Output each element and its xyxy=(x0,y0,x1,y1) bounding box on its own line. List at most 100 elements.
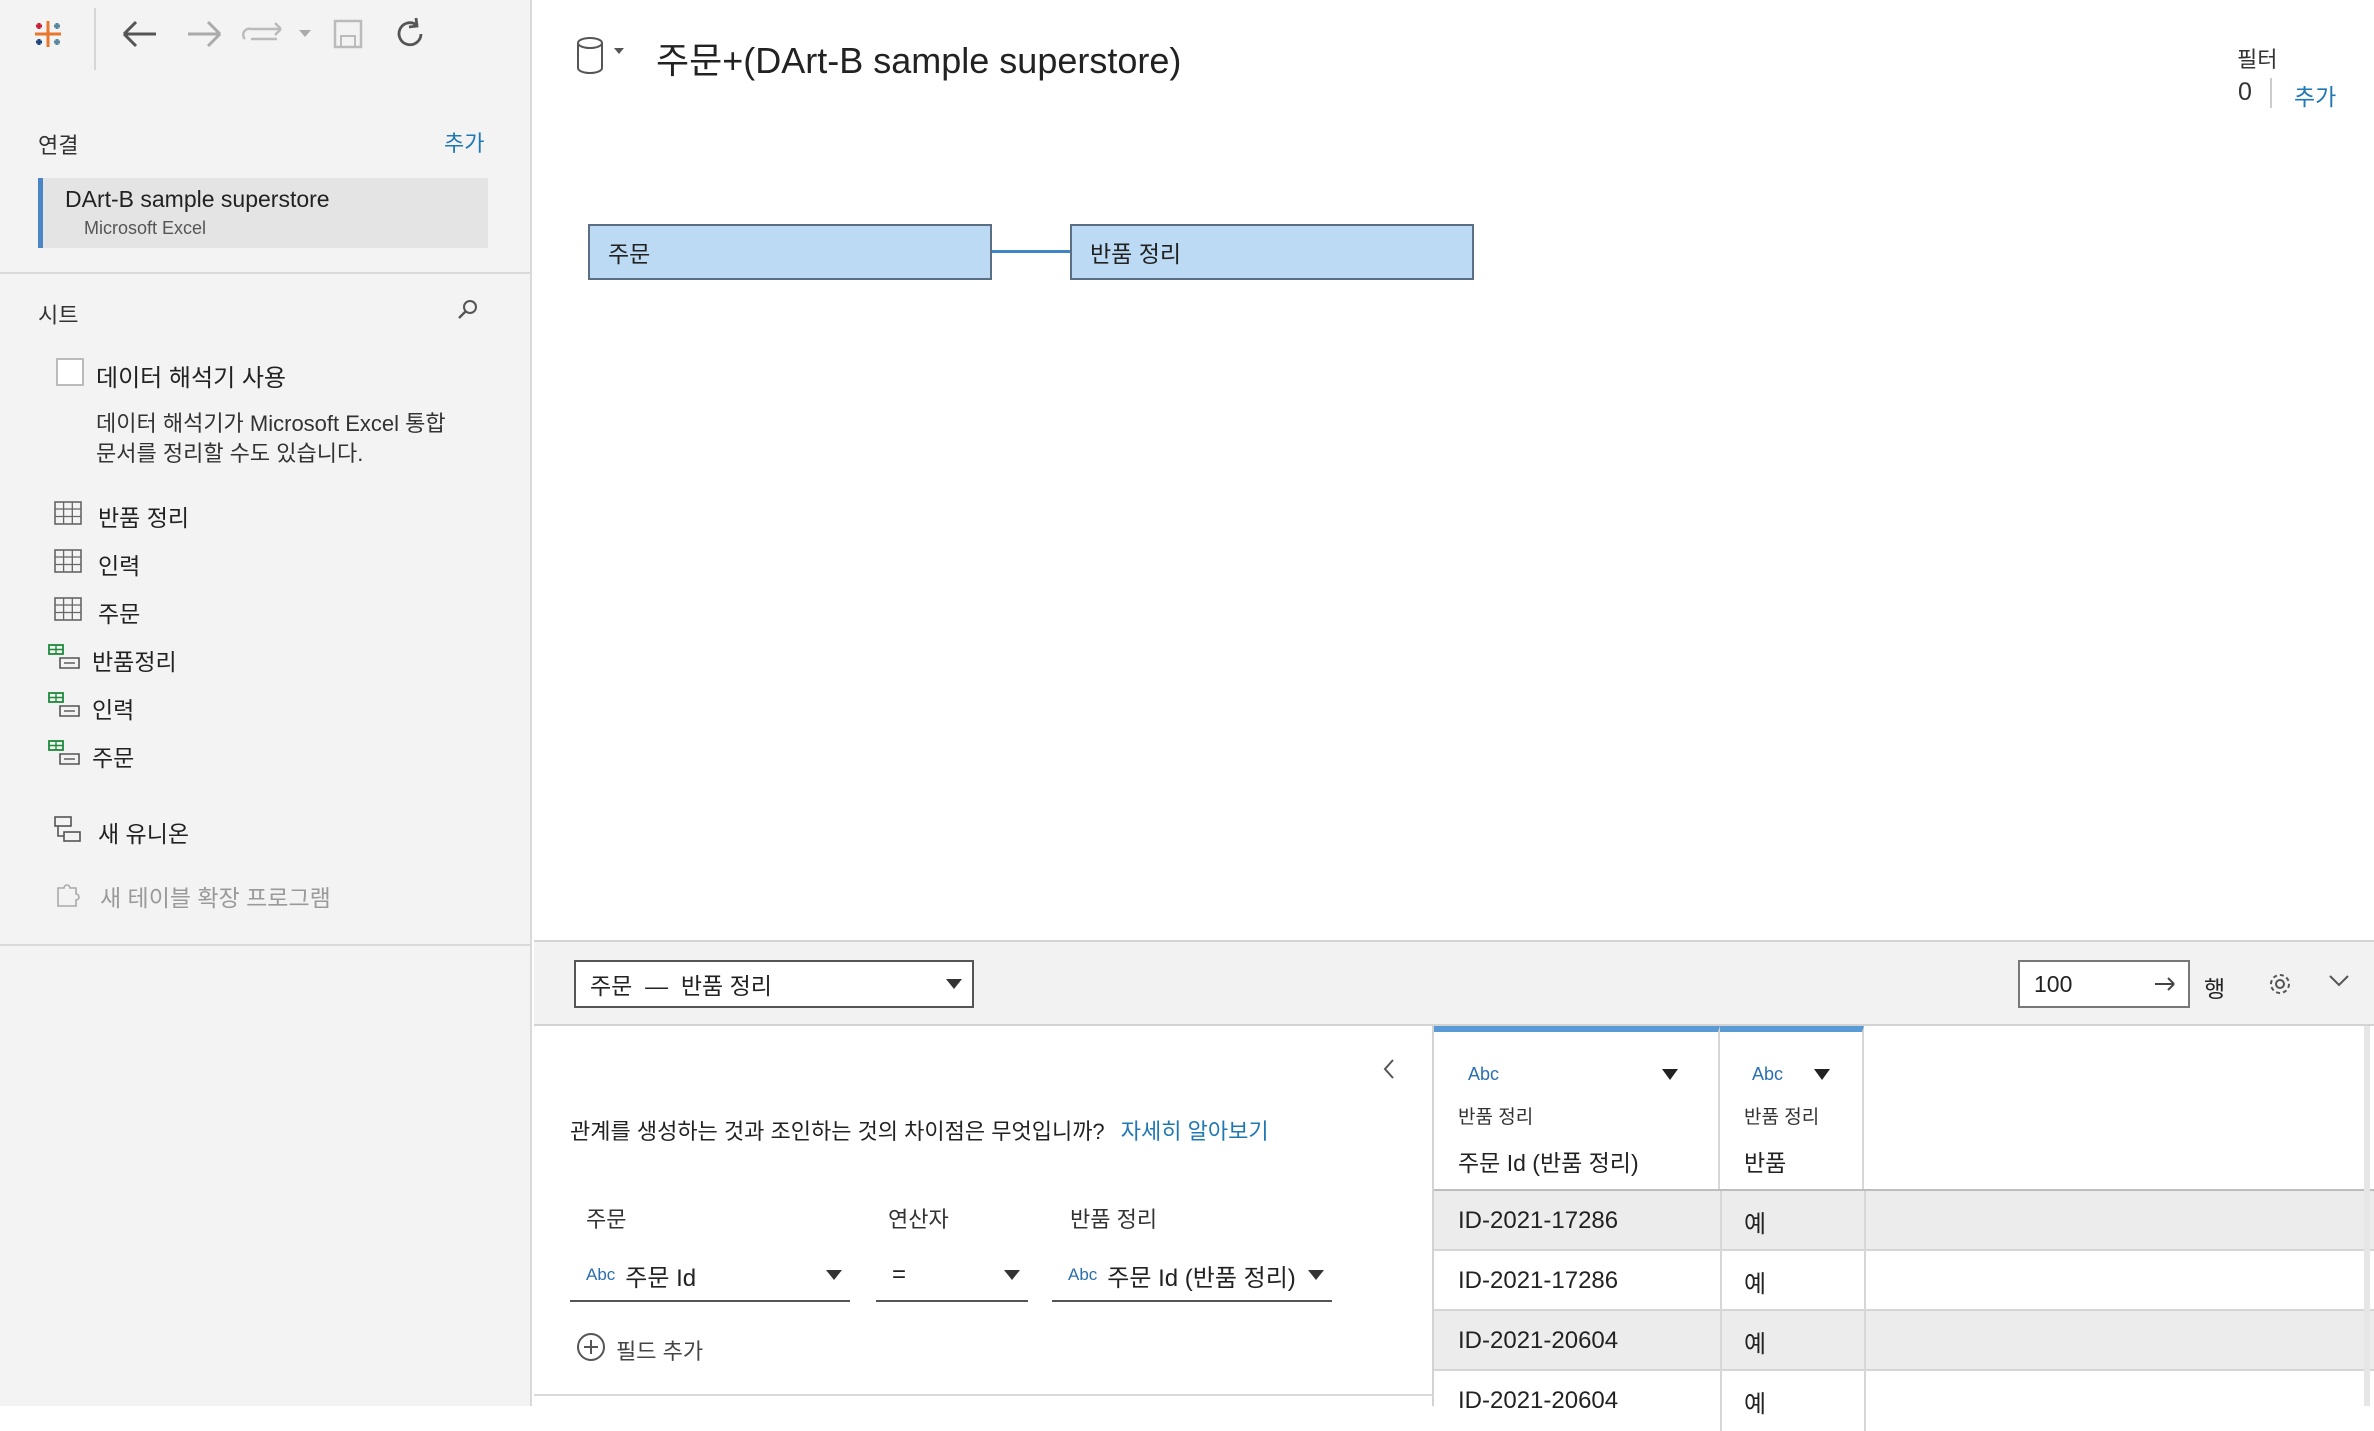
cell-divider xyxy=(1720,1371,1722,1431)
column-source: 반품 정리 xyxy=(1458,1107,1534,1128)
sheet-item-label: 인력 xyxy=(92,697,135,723)
connection-item[interactable]: DArt-B sample superstore Microsoft Excel xyxy=(38,178,488,248)
sheet-item[interactable]: 반품 정리 xyxy=(54,498,189,534)
relationship-select[interactable]: 주문 — 반품 정리 xyxy=(574,960,974,1008)
add-field-button[interactable]: 필드 추가 xyxy=(576,1332,703,1368)
cell-divider xyxy=(1864,1371,1866,1431)
cell: 예 xyxy=(1744,1330,1767,1358)
relationship-noodle[interactable] xyxy=(992,250,1070,253)
column-menu-icon[interactable] xyxy=(1662,1068,1678,1086)
add-connection-link[interactable]: 추가 xyxy=(444,126,484,158)
operator-value: = xyxy=(892,1261,907,1288)
column-name: 주문 Id (반품 정리) xyxy=(1458,1150,1639,1176)
filter-count: 0 xyxy=(2238,78,2252,106)
left-field-value: 주문 Id xyxy=(625,1264,697,1292)
divider xyxy=(0,944,532,946)
new-table-extension-item[interactable]: 새 테이블 확장 프로그램 xyxy=(54,878,331,914)
search-icon[interactable] xyxy=(456,298,480,327)
column-menu-icon[interactable] xyxy=(1814,1068,1830,1086)
divider xyxy=(0,272,532,274)
abc-type-icon: Abc xyxy=(586,1265,616,1284)
column-header[interactable]: Abc 반품 정리 주문 Id (반품 정리) xyxy=(1434,1026,1720,1189)
dropdown-icon[interactable] xyxy=(296,14,314,54)
cell: ID-2021-17286 xyxy=(1458,1207,1619,1234)
cell-divider xyxy=(1720,1191,1722,1251)
save-icon[interactable] xyxy=(330,14,366,54)
collapse-chevron-icon[interactable] xyxy=(2328,974,2350,993)
sheet-item-label: 주문 xyxy=(92,745,135,771)
union-icon xyxy=(54,816,98,848)
operator-select[interactable]: = xyxy=(876,1250,1028,1302)
toolbar xyxy=(0,0,532,72)
collapse-left-icon[interactable] xyxy=(1382,1058,1396,1085)
connections-title: 연결 xyxy=(38,133,79,158)
add-field-label: 필드 추가 xyxy=(616,1339,704,1364)
sheet-item-label: 반품정리 xyxy=(92,649,177,675)
sheet-item[interactable]: 인력 xyxy=(54,546,140,582)
interpreter-label: 데이터 해석기 사용 xyxy=(96,365,286,392)
puzzle-icon xyxy=(54,878,100,914)
data-source-sidebar: 연결 추가 DArt-B sample superstore Microsoft… xyxy=(0,0,532,1406)
arrow-right-icon[interactable] xyxy=(2154,971,2176,998)
table-row: ID-2021-20604 예 xyxy=(1434,1371,2374,1431)
tableau-logo-icon[interactable] xyxy=(28,14,68,54)
sheet-item[interactable]: 주문 xyxy=(48,738,134,774)
plus-circle-icon xyxy=(576,1332,606,1368)
relationship-help-text: 관계를 생성하는 것과 조인하는 것의 차이점은 무엇입니까? 자세히 알아보기 xyxy=(570,1114,1269,1146)
cell-divider xyxy=(1720,1311,1722,1371)
redo-icon[interactable] xyxy=(240,14,288,54)
sheet-table-icon xyxy=(54,597,98,627)
help-question: 관계를 생성하는 것과 조인하는 것의 차이점은 무엇입니까? xyxy=(570,1119,1105,1144)
connection-type: Microsoft Excel xyxy=(84,218,207,238)
rows-label: 행 xyxy=(2204,976,2226,1002)
column-header[interactable]: Abc 반품 정리 반품 xyxy=(1720,1026,1864,1189)
sheet-item-label: 반품 정리 xyxy=(98,505,190,531)
column-name: 반품 xyxy=(1744,1150,1787,1176)
filter-label: 필터 xyxy=(2237,47,2278,72)
connection-name: DArt-B sample superstore xyxy=(65,186,330,212)
table-box-returns[interactable]: 반품 정리 xyxy=(1070,224,1474,280)
forward-icon[interactable] xyxy=(182,14,226,54)
add-filter-link[interactable]: 추가 xyxy=(2294,78,2336,112)
learn-more-link[interactable]: 자세히 알아보기 xyxy=(1121,1119,1269,1144)
divider xyxy=(534,1394,1434,1396)
table-row: ID-2021-17286 예 xyxy=(1434,1191,2374,1251)
new-union-label: 새 유니온 xyxy=(98,821,190,847)
sheet-item[interactable]: 주문 xyxy=(54,594,140,630)
filter-separator xyxy=(2270,78,2272,108)
table-row: ID-2021-20604 예 xyxy=(1434,1311,2374,1371)
new-union-item[interactable]: 새 유니온 xyxy=(54,814,189,850)
right-field-select[interactable]: Abc 주문 Id (반품 정리) xyxy=(1052,1250,1332,1302)
abc-type-icon: Abc xyxy=(1468,1064,1500,1084)
cell: 예 xyxy=(1744,1210,1767,1238)
interpreter-description-line1: 데이터 해석기가 Microsoft Excel 통합 xyxy=(96,411,446,436)
refresh-icon[interactable] xyxy=(390,14,430,54)
right-field-value: 주문 Id (반품 정리) xyxy=(1107,1264,1296,1292)
sheet-table-icon xyxy=(54,501,98,531)
new-extension-label: 새 테이블 확장 프로그램 xyxy=(100,885,331,911)
right-field-header: 반품 정리 xyxy=(1070,1207,1158,1232)
sheet-item[interactable]: 반품정리 xyxy=(48,642,177,678)
named-range-icon xyxy=(48,692,98,724)
table-row: ID-2021-17286 예 xyxy=(1434,1251,2374,1311)
cell: 예 xyxy=(1744,1390,1767,1418)
left-field-select[interactable]: Abc 주문 Id xyxy=(570,1250,850,1302)
named-range-icon xyxy=(48,644,98,676)
chevron-down-icon xyxy=(946,979,962,989)
vertical-scrollbar[interactable] xyxy=(2364,1026,2370,1406)
sheet-item-label: 주문 xyxy=(98,601,141,627)
left-field-header: 주문 xyxy=(586,1207,627,1232)
back-icon[interactable] xyxy=(118,14,162,54)
interpreter-checkbox[interactable] xyxy=(56,358,84,386)
abc-type-icon: Abc xyxy=(1068,1265,1098,1284)
table-box-orders[interactable]: 주문 xyxy=(588,224,992,280)
gear-icon[interactable] xyxy=(2266,970,2294,1003)
sheet-item[interactable]: 인력 xyxy=(48,690,134,726)
named-range-icon xyxy=(48,740,98,772)
relationship-select-value: 주문 — 반품 정리 xyxy=(590,973,772,999)
abc-type-icon: Abc xyxy=(1752,1064,1784,1084)
toolbar-separator xyxy=(94,8,96,70)
database-icon[interactable] xyxy=(576,36,628,81)
cell: ID-2021-20604 xyxy=(1458,1327,1619,1354)
rows-input[interactable]: 100 xyxy=(2018,960,2190,1008)
